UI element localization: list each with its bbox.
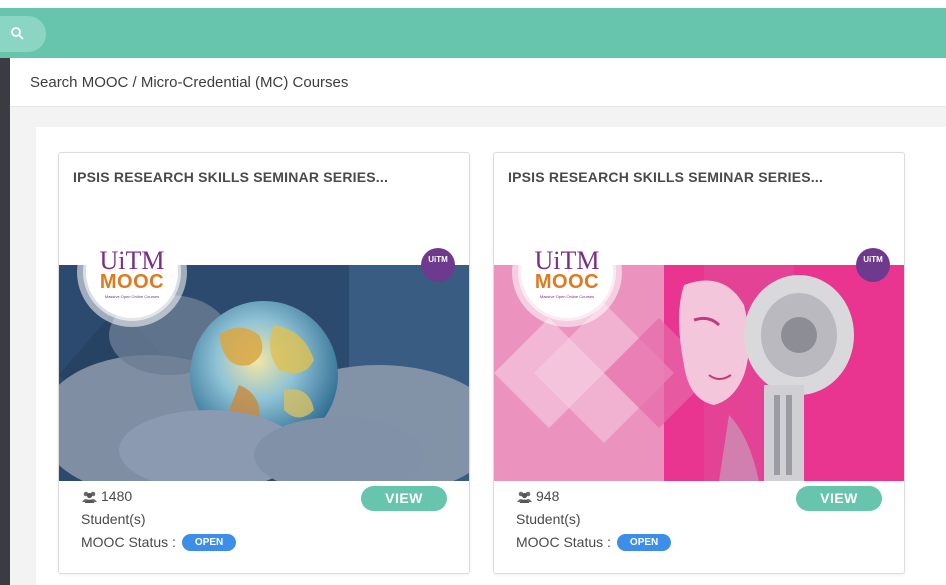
course-stats: 1480 Student(s) MOOC Status : OPEN: [81, 485, 237, 554]
page-header: Search MOOC / Micro-Credential (MC) Cour…: [10, 58, 946, 107]
view-button[interactable]: VIEW: [796, 486, 882, 511]
status-label: MOOC Status :: [81, 534, 176, 550]
student-count: 1480: [101, 488, 133, 504]
status-label: MOOC Status :: [516, 534, 611, 550]
search-icon: [11, 27, 24, 40]
page-title: Search MOOC / Micro-Credential (MC) Cour…: [30, 74, 349, 91]
top-navbar: [0, 8, 946, 58]
uitm-mooc-logo: UiTM MOOC Massive Open Online Courses: [512, 217, 622, 327]
students-label: Student(s): [81, 511, 146, 527]
status-badge: OPEN: [616, 534, 672, 551]
sidebar-strip: [0, 58, 10, 585]
search-button[interactable]: [0, 16, 46, 52]
course-card[interactable]: IPSIS RESEARCH SKILLS SEMINAR SERIES... …: [493, 152, 905, 574]
course-stats: 948 Student(s) MOOC Status : OPEN: [516, 485, 672, 554]
students-label: Student(s): [516, 511, 581, 527]
logo-mooc-text: MOOC: [534, 271, 600, 293]
logo-mooc-text: MOOC: [99, 271, 165, 293]
uitm-corner-badge: UiTM: [421, 248, 455, 282]
uitm-corner-badge: UiTM: [856, 248, 890, 282]
course-card[interactable]: IPSIS RESEARCH SKILLS SEMINAR SERIES...: [58, 152, 470, 574]
course-title[interactable]: IPSIS RESEARCH SKILLS SEMINAR SERIES...: [73, 169, 388, 185]
status-badge: OPEN: [181, 534, 237, 551]
course-title[interactable]: IPSIS RESEARCH SKILLS SEMINAR SERIES...: [508, 169, 823, 185]
view-button[interactable]: VIEW: [361, 486, 447, 511]
student-count: 948: [536, 488, 560, 504]
uitm-mooc-logo: UiTM MOOC Massive Open Online Courses: [77, 217, 187, 327]
users-icon: [517, 491, 532, 503]
logo-tagline: Massive Open Online Courses: [539, 294, 595, 299]
logo-tagline: Massive Open Online Courses: [104, 294, 160, 299]
users-icon: [82, 491, 97, 503]
